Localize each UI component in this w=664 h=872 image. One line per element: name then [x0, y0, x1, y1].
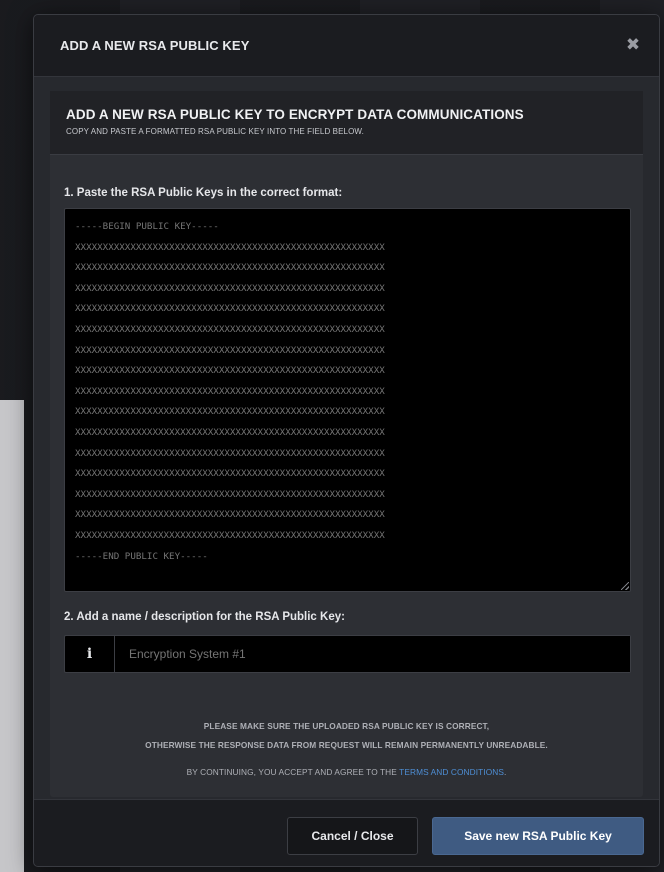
banner-subtitle: COPY AND PASTE A FORMATTED RSA PUBLIC KE… [66, 127, 364, 136]
banner-title: ADD A NEW RSA PUBLIC KEY TO ENCRYPT DATA… [66, 107, 524, 122]
warning-line-1: PLEASE MAKE SURE THE UPLOADED RSA PUBLIC… [203, 721, 490, 731]
name-field-label: 2. Add a name / description for the RSA … [64, 611, 345, 623]
add-rsa-key-modal: ADD A NEW RSA PUBLIC KEY ✖ ADD A NEW RSA… [33, 14, 660, 867]
save-key-button[interactable]: Save new RSA Public Key [432, 817, 644, 855]
modal-footer: Cancel / Close Save new RSA Public Key [34, 799, 659, 866]
terms-suffix: . [503, 767, 507, 777]
modal-header: ADD A NEW RSA PUBLIC KEY ✖ [34, 15, 659, 77]
warning-notice: PLEASE MAKE SURE THE UPLOADED RSA PUBLIC… [50, 717, 643, 755]
terms-prefix: BY CONTINUING, YOU ACCEPT AND AGREE TO T… [186, 767, 400, 777]
close-icon[interactable]: ✖ [621, 33, 645, 57]
key-name-input-group: i [64, 635, 631, 673]
backdrop-edge [0, 400, 24, 872]
rsa-key-textarea[interactable] [64, 208, 631, 592]
terms-and-conditions-link[interactable]: TERMS AND CONDITIONS [399, 767, 504, 777]
instruction-banner: ADD A NEW RSA PUBLIC KEY TO ENCRYPT DATA… [50, 91, 643, 155]
info-icon: i [65, 636, 115, 672]
modal-title: ADD A NEW RSA PUBLIC KEY [60, 38, 250, 53]
terms-notice: BY CONTINUING, YOU ACCEPT AND AGREE TO T… [50, 767, 643, 777]
modal-body: ADD A NEW RSA PUBLIC KEY TO ENCRYPT DATA… [50, 91, 643, 797]
key-field-label: 1. Paste the RSA Public Keys in the corr… [64, 187, 343, 199]
key-name-input[interactable] [115, 636, 630, 672]
cancel-button[interactable]: Cancel / Close [287, 817, 418, 855]
warning-line-2: OTHERWISE THE RESPONSE DATA FROM REQUEST… [145, 740, 548, 750]
